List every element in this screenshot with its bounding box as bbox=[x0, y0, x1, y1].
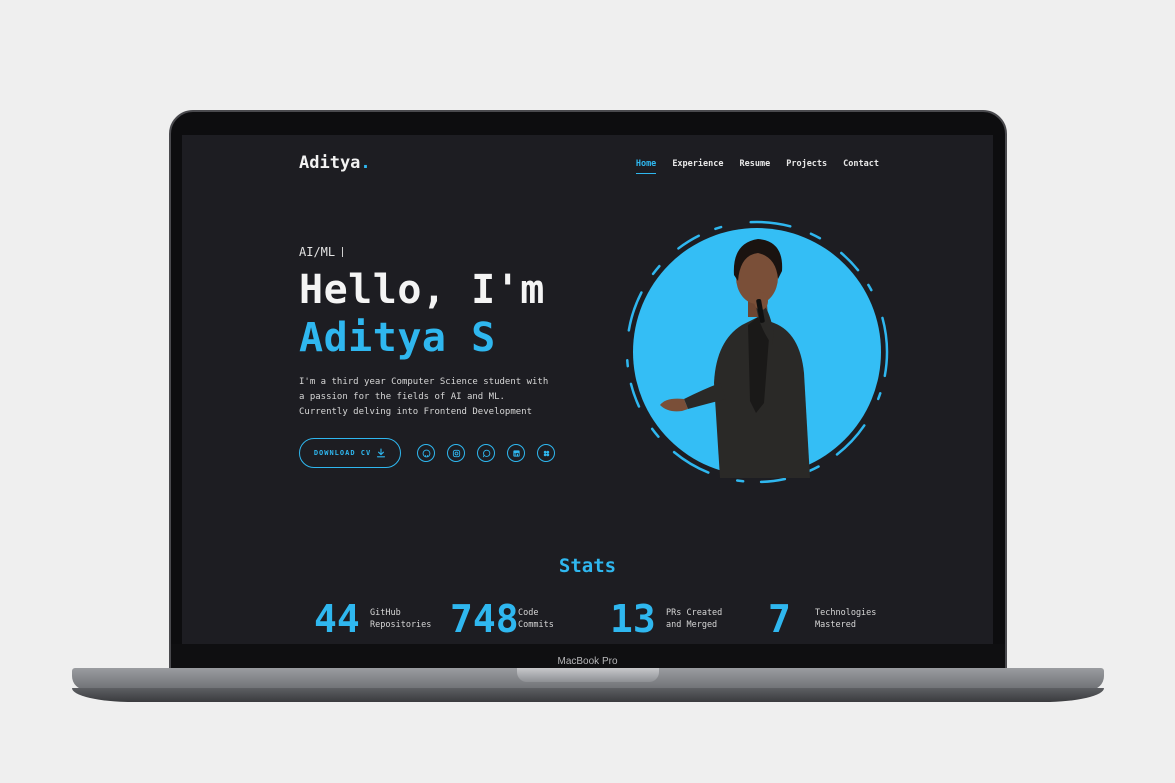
typing-caret bbox=[342, 247, 343, 257]
stat-label: PRs Created and Merged bbox=[666, 608, 723, 630]
stat-value: 7 bbox=[768, 597, 791, 641]
laptop-notch bbox=[517, 668, 659, 682]
profile-photo bbox=[624, 213, 890, 493]
linkedin-icon[interactable] bbox=[507, 444, 525, 462]
whatsapp-icon[interactable] bbox=[477, 444, 495, 462]
stat-label: Code Commits bbox=[518, 608, 554, 630]
hero-description: I'm a third year Computer Science studen… bbox=[299, 377, 549, 417]
nav-experience[interactable]: Experience bbox=[672, 159, 723, 174]
hero-greeting: Hello, I'm bbox=[299, 267, 545, 313]
hero-name: Aditya S bbox=[299, 315, 496, 361]
instagram-icon[interactable] bbox=[447, 444, 465, 462]
hero-role: AI/ML bbox=[299, 245, 336, 259]
nav-home[interactable]: Home bbox=[635, 159, 657, 174]
stat-value: 13 bbox=[610, 597, 656, 641]
nav-projects[interactable]: Projects bbox=[786, 159, 827, 174]
nav-resume[interactable]: Resume bbox=[740, 159, 771, 174]
stats-title: Stats bbox=[558, 555, 617, 577]
laptop-base-edge bbox=[72, 688, 1104, 702]
stat-value: 44 bbox=[314, 597, 360, 641]
github-icon[interactable] bbox=[417, 444, 435, 462]
download-cv-label: DOWNLOAD CV bbox=[313, 449, 372, 457]
stat-label: Technologies Mastered bbox=[815, 608, 877, 630]
stat-value: 748 bbox=[450, 597, 519, 641]
website-screen: Aditya. Home Experience Resume Projects … bbox=[182, 135, 993, 644]
nav-contact[interactable]: Contact bbox=[843, 159, 879, 174]
laptop-model-label: MacBook Pro bbox=[557, 656, 618, 667]
stat-label: GitHub Repositories bbox=[370, 608, 432, 630]
main-nav: Home Experience Resume Projects Contact bbox=[635, 159, 879, 174]
download-icon bbox=[377, 448, 386, 458]
apps-icon[interactable] bbox=[537, 444, 555, 462]
download-cv-button[interactable]: DOWNLOAD CV bbox=[299, 438, 401, 468]
site-logo[interactable]: Aditya. bbox=[299, 153, 371, 173]
